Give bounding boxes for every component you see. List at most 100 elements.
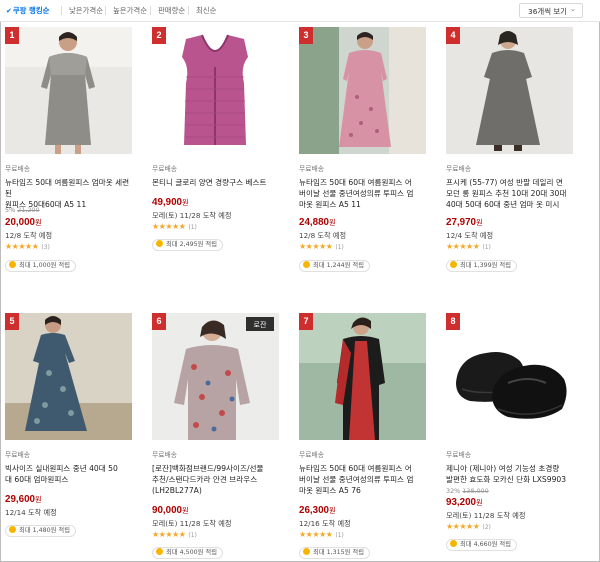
star-icons: ★★★★★ <box>299 242 333 251</box>
delivery-date: 12/8 도착 예정 <box>5 231 53 240</box>
reward-badge: 최대 1,315원 적립 <box>299 547 370 559</box>
reward-badge: 최대 2,495원 적립 <box>152 239 223 251</box>
price: 24,880원 <box>299 217 336 228</box>
delivery-date: 12/4 도착 예정 <box>446 231 494 240</box>
divider <box>188 6 189 15</box>
product-name[interactable]: 몬티니 글로리 양면 경량구스 베스트 <box>152 177 279 188</box>
rank-badge: 4 <box>446 27 460 44</box>
review-count: (1) <box>335 244 344 251</box>
rating: ★★★★★ (1) <box>299 530 344 539</box>
rating: ★★★★★ (1) <box>446 242 491 251</box>
rating: ★★★★★ (3) <box>5 242 50 251</box>
reward-badge: 최대 1,244원 적립 <box>299 260 370 272</box>
check-icon: ✔ <box>6 7 12 15</box>
product-image[interactable] <box>299 313 426 440</box>
shipping-label: 무료배송 <box>152 165 178 173</box>
dress-image <box>5 313 132 440</box>
price: 93,200원 <box>446 497 483 508</box>
rating: ★★★★★ (1) <box>152 530 197 539</box>
rank-badge: 3 <box>299 27 313 44</box>
review-count: (3) <box>41 244 50 251</box>
star-icons: ★★★★★ <box>446 522 480 531</box>
price: 20,000원 <box>5 217 42 228</box>
price: 27,970원 <box>446 217 483 228</box>
shipping-label: 무료배송 <box>152 451 178 459</box>
product-name[interactable]: 빅사이즈 실내원피스 중년 40대 50 대 60대 엄마원피스 <box>5 463 132 485</box>
coin-icon <box>156 548 163 555</box>
sort-option-sales[interactable]: 판매량순 <box>158 5 185 16</box>
divider <box>105 6 106 15</box>
delivery-date: 모레(토) 11/28 도착 예정 <box>152 211 232 220</box>
price: 90,000원 <box>152 505 189 516</box>
reward-badge: 최대 4,500원 적립 <box>152 547 223 559</box>
product-card[interactable]: 1 무료배송 뉴타임즈 50대 여름원피스 엄마옷 세련된 원피스 50대60대… <box>5 27 143 297</box>
rank-badge: 6 <box>152 313 166 330</box>
rank-badge: 8 <box>446 313 460 330</box>
blouse-image: 로잔 <box>152 313 279 440</box>
product-image[interactable] <box>5 27 132 154</box>
product-name[interactable]: [로잔]백화점브랜드/99사이즈/선물 추천/스탠다드카라 안견 브라우스 (L… <box>152 463 279 496</box>
star-icons: ★★★★★ <box>446 242 480 251</box>
star-icons: ★★★★★ <box>299 530 333 539</box>
vest-image <box>152 27 279 154</box>
review-count: (1) <box>188 532 197 539</box>
coin-icon <box>9 526 16 533</box>
dress-image <box>446 27 573 154</box>
product-card[interactable]: 8 무료배송 제니아 (제니아) 여성 기능성 초경량 발편한 효도화 모카신 … <box>446 313 584 562</box>
shipping-label: 무료배송 <box>446 451 472 459</box>
sort-option-ranking[interactable]: ✔쿠팡 랭킹순 <box>6 5 49 16</box>
review-count: (2) <box>482 524 491 531</box>
rank-badge: 5 <box>5 313 19 330</box>
dress-image <box>299 27 426 154</box>
star-icons: ★★★★★ <box>152 530 186 539</box>
shipping-label: 무료배송 <box>446 165 472 173</box>
brand-tag-text: 로잔 <box>254 320 267 329</box>
shipping-label: 무료배송 <box>299 165 325 173</box>
product-image[interactable] <box>446 313 573 440</box>
review-count: (1) <box>482 244 491 251</box>
star-icons: ★★★★★ <box>152 222 186 231</box>
rank-badge: 2 <box>152 27 166 44</box>
chevron-down-icon: ⌄ <box>570 5 576 13</box>
rating: ★★★★★ (1) <box>152 222 197 231</box>
product-name[interactable]: 뉴타임즈 50대 60대 여름원피스 어 버이날 선물 중년여성의류 투피스 엄… <box>299 463 426 496</box>
reward-badge: 최대 1,399원 적립 <box>446 260 517 272</box>
product-card[interactable]: 2 무료배송 몬티니 글로리 양면 경량구스 베스트 49,900원 모레(토)… <box>152 27 290 297</box>
sort-option-newest[interactable]: 최신순 <box>196 5 216 16</box>
per-page-select[interactable]: 36개씩 보기 ⌄ <box>519 3 583 18</box>
reward-badge: 최대 1,480원 적립 <box>5 525 76 537</box>
sort-option-low-price[interactable]: 낮은가격순 <box>69 5 103 16</box>
discount-info: 5% 21,200 <box>5 206 40 214</box>
outfit-image <box>299 313 426 440</box>
shipping-label: 무료배송 <box>299 451 325 459</box>
product-name[interactable]: 프시케 (55-77) 여성 반팔 데일리 면 모던 롱 원피스 추천 10대 … <box>446 177 573 210</box>
delivery-date: 12/16 도착 예정 <box>299 519 351 528</box>
product-image[interactable] <box>5 313 132 440</box>
price: 49,900원 <box>152 197 189 208</box>
product-image[interactable] <box>152 27 279 154</box>
product-name[interactable]: 제니아 (제니아) 여성 기능성 초경량 발편한 효도화 모카신 단화 LXS9… <box>446 463 573 485</box>
coin-icon <box>303 548 310 555</box>
shoes-image <box>446 313 573 440</box>
product-image[interactable]: 로잔 <box>152 313 279 440</box>
review-count: (1) <box>188 224 197 231</box>
product-card[interactable]: 7 무료배송 뉴타임즈 50대 60대 여름원피스 어 버이날 선물 중년여성의… <box>299 313 437 562</box>
product-card[interactable]: 4 무료배송 프시케 (55-77) 여성 반팔 데일리 면 모던 롱 원피스 … <box>446 27 584 297</box>
product-card[interactable]: 로잔 6 무료배송 [로잔]백화점브랜드/99사이즈/선물 추천/스탠다드카라 … <box>152 313 290 562</box>
review-count: (1) <box>335 532 344 539</box>
coin-icon <box>450 540 457 547</box>
sort-bar: ✔쿠팡 랭킹순 낮은가격순 높은가격순 판매량순 최신순 36개씩 보기 ⌄ <box>0 0 600 22</box>
dress-image <box>5 27 132 154</box>
price: 29,600원 <box>5 494 42 505</box>
divider <box>61 6 62 15</box>
discount-info: 32% 138,000 <box>446 487 489 495</box>
product-name[interactable]: 뉴타임즈 50대 60대 여름원피스 어 버이날 선물 중년여성의류 투피스 엄… <box>299 177 426 210</box>
coin-icon <box>303 261 310 268</box>
product-card[interactable]: 5 무료배송 빅사이즈 실내원피스 중년 40대 50 대 60대 엄마원피스 … <box>5 313 143 562</box>
delivery-date: 12/8 도착 예정 <box>299 231 347 240</box>
product-card[interactable]: 3 무료배송 뉴타임즈 50대 60대 여름원피스 어 버이날 선물 중년여성의… <box>299 27 437 297</box>
product-image[interactable] <box>446 27 573 154</box>
rating: ★★★★★ (2) <box>446 522 491 531</box>
product-image[interactable] <box>299 27 426 154</box>
sort-option-high-price[interactable]: 높은가격순 <box>113 5 147 16</box>
